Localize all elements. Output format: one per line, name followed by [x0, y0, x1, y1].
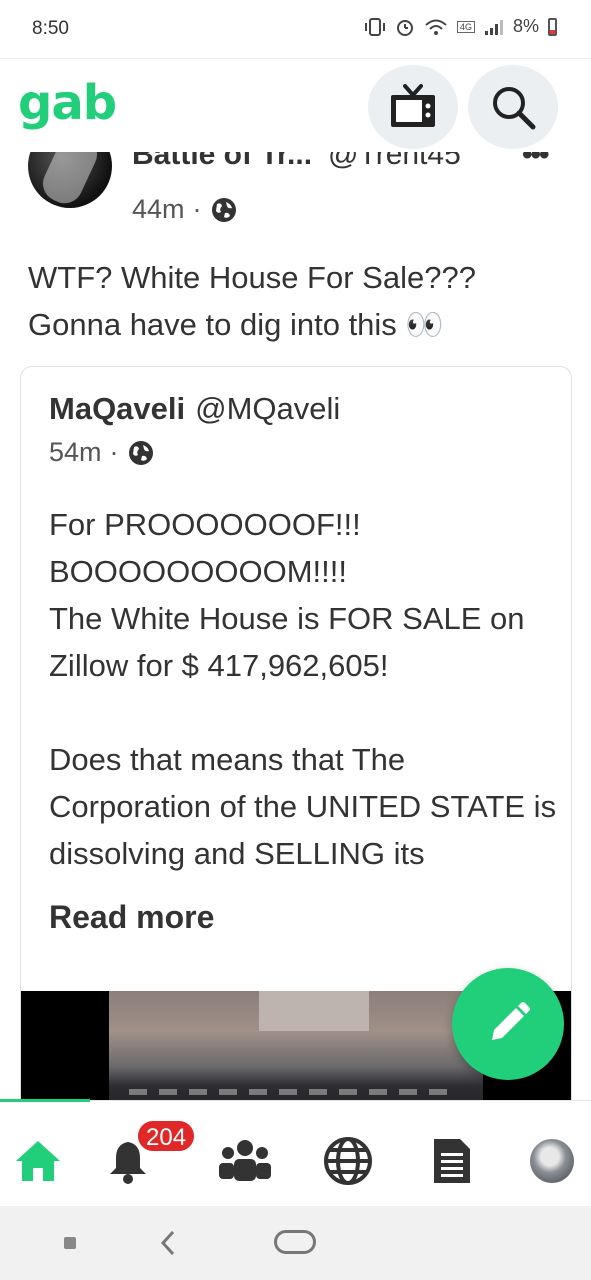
gab-logo[interactable]: gab — [18, 75, 117, 131]
home-pill-button[interactable] — [274, 1230, 316, 1254]
globe-visibility-icon — [128, 440, 153, 465]
quoted-author-name[interactable]: MaQaveli — [49, 391, 185, 426]
compose-button[interactable] — [452, 968, 564, 1080]
globe-icon — [324, 1137, 372, 1185]
post-author-name[interactable]: Battle of Tr... — [132, 152, 312, 171]
read-more-button[interactable]: Read more — [49, 899, 214, 936]
battery-icon — [548, 17, 557, 36]
tv-icon — [391, 84, 435, 127]
network-badge: 4G — [456, 20, 475, 33]
search-button[interactable] — [468, 65, 558, 149]
status-icons: 4G 8% — [364, 16, 557, 37]
post-author-avatar[interactable] — [28, 152, 112, 208]
alarm-icon — [396, 19, 413, 36]
pencil-icon — [492, 1002, 530, 1040]
document-icon — [434, 1139, 470, 1183]
app-header: gab — [0, 58, 591, 152]
feed[interactable]: Battle of Tr... @Trent45 ••• 44m · WTF? W… — [0, 152, 591, 1100]
post-meta: 44m · — [132, 194, 238, 225]
media-image[interactable] — [109, 991, 483, 1100]
quoted-meta: 54m · — [49, 437, 155, 468]
post-author[interactable]: Battle of Tr... @Trent45 — [132, 152, 461, 172]
search-icon — [493, 87, 536, 130]
status-bar: 8:50 4G 8% — [0, 0, 591, 58]
tv-button[interactable] — [368, 65, 458, 149]
vibrate-icon — [364, 17, 385, 36]
recents-button[interactable] — [64, 1237, 76, 1249]
quoted-body: For PROOOOOOOF!!! BOOOOOOOOOM!!!! The Wh… — [49, 507, 557, 889]
more-options-button[interactable]: ••• — [522, 152, 549, 172]
home-icon — [16, 1141, 60, 1181]
notifications-badge: 204 — [136, 1119, 197, 1153]
quoted-author-handle[interactable]: @MQaveli — [195, 391, 340, 426]
quoted-author[interactable]: MaQaveli @MQaveli — [49, 391, 340, 427]
battery-percent: 8% — [512, 16, 539, 36]
active-tab-indicator — [0, 1099, 90, 1102]
signal-icon — [484, 19, 503, 35]
back-icon[interactable] — [158, 1228, 178, 1258]
post-text: WTF? White House For Sale??? Gonna have … — [28, 260, 476, 342]
globe-visibility-icon — [211, 197, 236, 222]
nav-explore[interactable] — [318, 1131, 378, 1191]
system-navigation-bar — [0, 1206, 591, 1280]
nav-home[interactable] — [8, 1131, 68, 1191]
nav-groups[interactable] — [215, 1131, 275, 1191]
groups-icon — [219, 1140, 271, 1181]
quoted-time[interactable]: 54m — [49, 437, 102, 468]
status-time: 8:50 — [32, 18, 69, 39]
profile-avatar[interactable] — [530, 1139, 574, 1183]
bottom-nav: 204 — [0, 1099, 591, 1206]
wifi-icon — [425, 19, 447, 35]
nav-news[interactable] — [422, 1131, 482, 1191]
nav-profile[interactable] — [522, 1131, 582, 1191]
post-author-handle[interactable]: @Trent45 — [328, 152, 461, 171]
post-time[interactable]: 44m — [132, 194, 185, 225]
